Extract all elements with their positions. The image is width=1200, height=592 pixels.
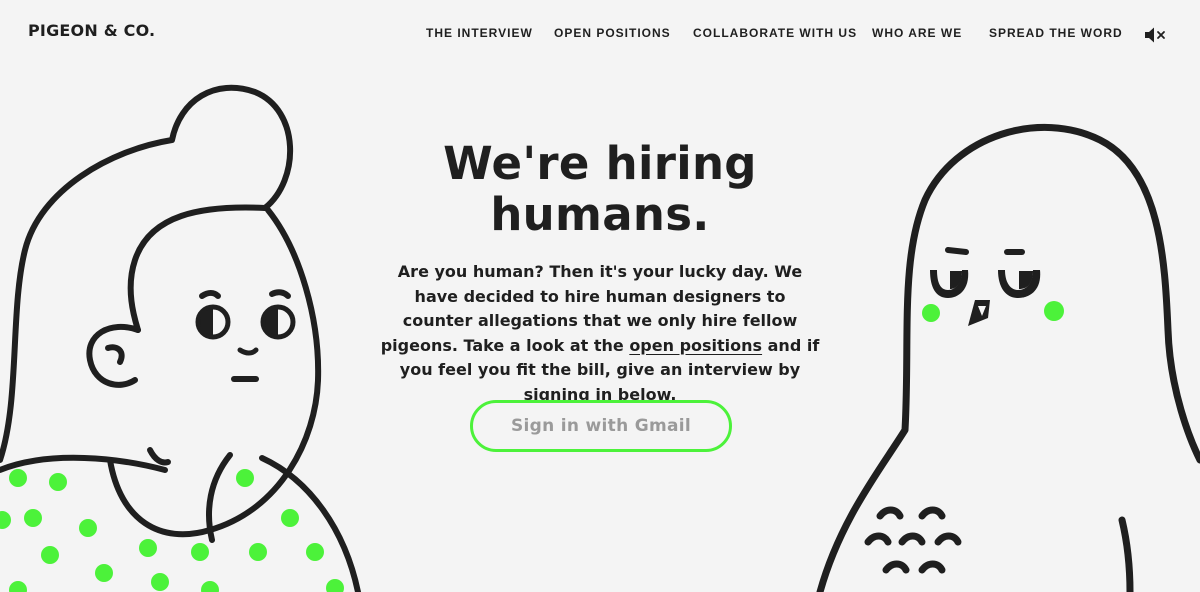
hero-section: We're hiring humans. Are you human? Then…	[380, 138, 820, 407]
hero-headline: We're hiring humans.	[380, 138, 820, 240]
headline-line-1: We're hiring	[443, 137, 757, 190]
sign-in-gmail-button[interactable]: Sign in with Gmail	[470, 400, 732, 452]
hero-description: Are you human? Then it's your lucky day.…	[380, 260, 820, 407]
open-positions-link[interactable]: open positions	[629, 336, 762, 355]
headline-line-2: humans.	[490, 188, 710, 241]
